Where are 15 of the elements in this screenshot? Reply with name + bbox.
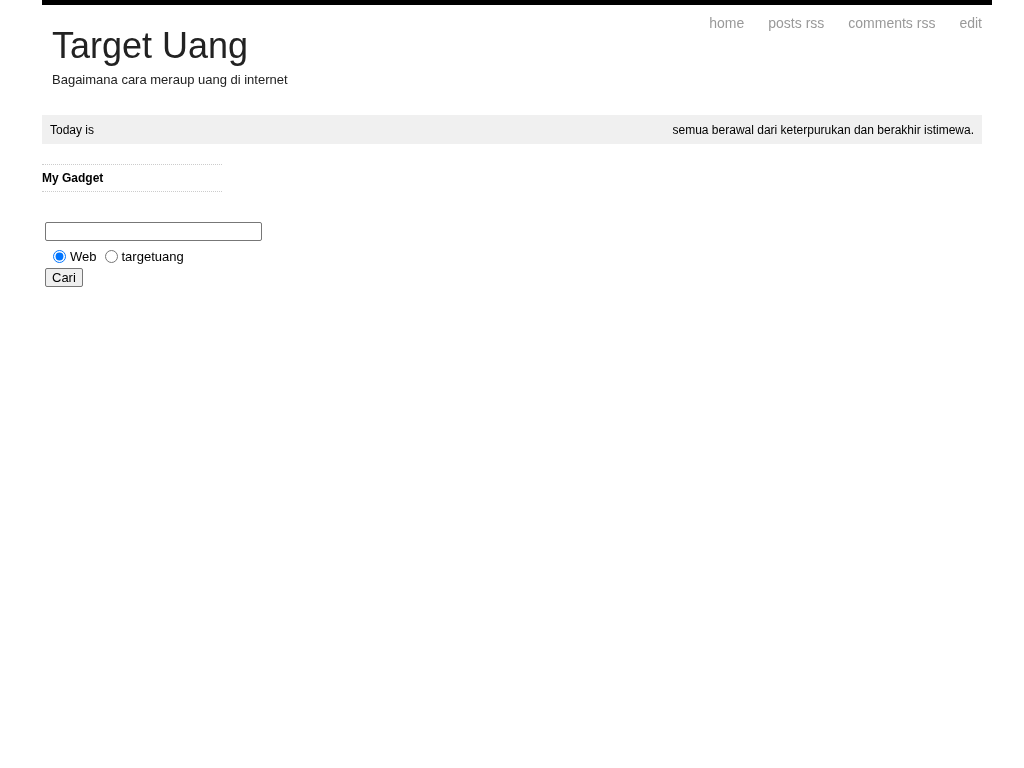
search-field[interactable]: [45, 222, 262, 241]
radio-button[interactable]: [53, 250, 66, 263]
radio-button[interactable]: [104, 250, 118, 263]
nav-link[interactable]: edit: [959, 15, 982, 31]
radio-label[interactable]: Web: [70, 249, 97, 264]
date-label: Today is: [50, 123, 95, 137]
blog-title: Target Uang: [51, 25, 249, 67]
nav-link[interactable]: home: [709, 15, 745, 31]
nav-link[interactable]: posts rss: [768, 15, 825, 31]
tagline: semua berawal dari keterpurukan dan berakhir istimewa.: [672, 123, 974, 137]
blog-description: Bagaimana cara meraup uang di internet: [51, 72, 288, 87]
nav-link[interactable]: comments rss: [848, 15, 936, 31]
radio-label[interactable]: targetuang: [121, 249, 184, 264]
search-button[interactable]: Cari: [45, 268, 83, 287]
widget-title: My Gadget: [42, 164, 222, 192]
